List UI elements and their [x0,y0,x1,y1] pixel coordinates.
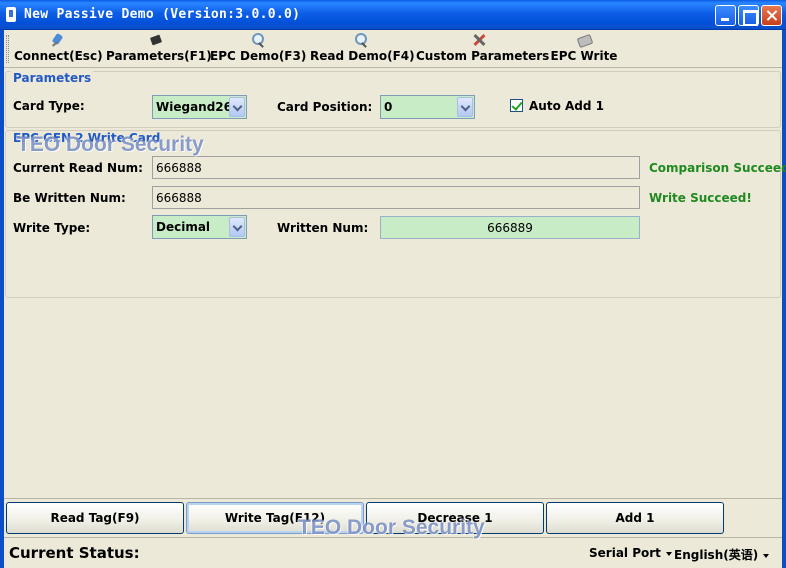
write-status: Write Succeed! [649,191,752,205]
current-read-value: 666888 [156,161,202,175]
serial-port-label: Serial Port [589,546,661,560]
read-tag-button[interactable]: Read Tag(F9) [6,502,184,534]
language-dropdown[interactable]: English(英语) [674,546,770,563]
card-type-select[interactable]: Wiegand26 [152,95,247,119]
app-icon [6,7,16,22]
minimize-button[interactable] [715,5,736,26]
toolbar-grip[interactable] [6,35,9,63]
window-frame-right [782,30,786,568]
window-title: New Passive Demo (Version:3.0.0.0) [24,7,301,22]
tools-icon [472,32,488,48]
connect-button[interactable]: Connect(Esc) [14,32,103,66]
magnifier-icon [353,32,369,48]
parameters-button[interactable]: Parameters(F1) [106,32,212,66]
watermark: TEO Door Security [17,133,204,156]
title-bar[interactable]: New Passive Demo (Version:3.0.0.0) [0,0,786,30]
caret-down-icon [665,551,672,556]
tag-icon [576,32,592,48]
parameters-label: Parameters(F1) [106,49,212,63]
current-status-label: Current Status: [9,544,140,562]
toolbar: Connect(Esc) Parameters(F1) EPC Demo(F3)… [4,30,782,68]
be-written-label: Be Written Num: [13,191,126,205]
caret-down-icon [763,553,770,558]
chevron-down-icon[interactable] [457,97,473,117]
comparison-status: Comparison Succeed! [649,161,786,175]
custom-parameters-button[interactable]: Custom Parameters [416,32,550,66]
be-written-value: 666888 [156,191,202,205]
add-button[interactable]: Add 1 [546,502,724,534]
card-type-value: Wiegand26 [156,100,233,114]
status-bar: Current Status: Serial Port English(英语) [4,538,782,568]
connect-label: Connect(Esc) [14,49,103,63]
write-type-select[interactable]: Decimal [152,215,247,239]
epc-write-label: EPC Write [550,49,618,63]
maximize-button[interactable] [738,5,759,26]
epc-demo-button[interactable]: EPC Demo(F3) [210,32,306,66]
auto-add-label: Auto Add 1 [529,99,604,113]
watermark: TEO Door Security [298,516,485,539]
window-frame-left [0,30,4,568]
plug-icon [50,32,66,48]
epc-write-button[interactable]: EPC Write [548,32,620,66]
write-type-value: Decimal [156,220,211,234]
magnifier-icon [250,32,266,48]
card-position-value: 0 [384,100,393,114]
epc-demo-label: EPC Demo(F3) [210,49,307,63]
card-type-label: Card Type: [13,99,85,113]
written-num-value: 666889 [487,221,533,235]
chevron-down-icon[interactable] [229,97,245,117]
chip-icon [148,32,164,48]
written-num-label: Written Num: [277,221,369,235]
custom-parameters-label: Custom Parameters [416,49,550,63]
serial-port-dropdown[interactable]: Serial Port [589,546,672,560]
current-read-label: Current Read Num: [13,161,143,175]
written-num-field[interactable]: 666889 [380,216,640,239]
auto-add-checkbox[interactable] [510,99,523,112]
write-type-label: Write Type: [13,221,91,235]
be-written-field[interactable]: 666888 [152,186,640,209]
chevron-down-icon[interactable] [229,217,245,237]
language-label: English(英语) [674,548,759,562]
read-demo-label: Read Demo(F4) [310,49,415,63]
parameters-legend: Parameters [11,71,94,85]
current-read-field[interactable]: 666888 [152,156,640,179]
card-position-label: Card Position: [277,100,373,114]
close-button[interactable] [761,5,782,26]
read-demo-button[interactable]: Read Demo(F4) [310,32,415,66]
card-position-select[interactable]: 0 [380,95,475,119]
